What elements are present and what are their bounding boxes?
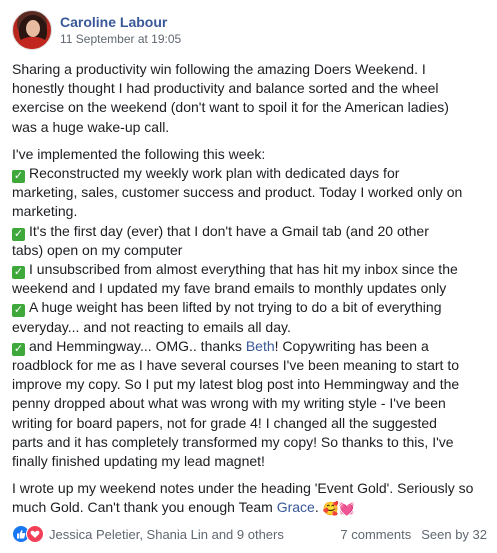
- text-line: roadblock for me as I have several cours…: [12, 357, 460, 374]
- text-line: improve my copy. So I put my latest blog…: [12, 376, 460, 393]
- text-line: parts and it has completely transformed …: [12, 433, 454, 450]
- text-line: marketing.: [12, 203, 78, 220]
- list-item: ✓ and Hemmingway... OMG.. thanks Beth! Co…: [12, 337, 429, 356]
- post-header: Caroline Labour 11 September at 19:05: [12, 10, 181, 50]
- seen-by-count[interactable]: Seen by 32: [421, 527, 487, 542]
- text-line: everyday... and not reacting to emails a…: [12, 318, 291, 335]
- avatar-face: [26, 20, 40, 37]
- post-footer: Jessica Peletier, Shania Lin and 9 other…: [12, 522, 487, 546]
- reaction-names[interactable]: Jessica Peletier, Shania Lin and 9 other…: [49, 527, 284, 542]
- post-meta: Caroline Labour 11 September at 19:05: [60, 13, 181, 47]
- list-item: ✓ Reconstructed my weekly work plan with …: [12, 165, 400, 184]
- check-mark-icon: ✓: [12, 266, 25, 280]
- text-line: Sharing a productivity win following the…: [12, 61, 426, 77]
- post-card: Caroline Labour 11 September at 19:05 Sh…: [0, 0, 497, 553]
- text-line: honestly thought I had productivity and …: [12, 80, 439, 97]
- text-line: finally finished updating my lead magnet…: [12, 453, 265, 470]
- list-item: ✓ I unsubscribed from almost everything t…: [12, 261, 458, 280]
- mention-beth[interactable]: Beth: [246, 338, 275, 354]
- intro-paragraph: Sharing a productivity win following the…: [12, 60, 490, 137]
- post-body: Sharing a productivity win following the…: [12, 60, 490, 527]
- closing-paragraph: I wrote up my weekend notes under the he…: [12, 479, 490, 518]
- text-line: much Gold. Can't thank you enough Team G…: [12, 498, 490, 518]
- avatar-dress: [18, 37, 48, 49]
- heart-face-emoji-icon: 🥰💓: [322, 501, 355, 517]
- text-line: was a huge wake-up call.: [12, 118, 170, 135]
- avatar[interactable]: [12, 10, 52, 50]
- author-name[interactable]: Caroline Labour: [60, 13, 181, 31]
- check-mark-icon: ✓: [12, 227, 25, 241]
- comments-count[interactable]: 7 comments: [340, 527, 411, 542]
- mention-grace[interactable]: Grace: [277, 499, 315, 515]
- post-timestamp[interactable]: 11 September at 19:05: [60, 31, 181, 47]
- check-mark-icon: ✓: [12, 304, 25, 318]
- list-paragraph: I've implemented the following this week…: [12, 145, 490, 471]
- love-icon: [26, 525, 44, 543]
- text-line: I wrote up my weekend notes under the he…: [12, 480, 474, 497]
- text-line: penny dropped about what was wrong with …: [12, 395, 446, 412]
- list-item: ✓ A huge weight has been lifted by not tr…: [12, 299, 442, 318]
- text-line: tabs) open on my computer: [12, 241, 183, 258]
- list-intro: I've implemented the following this week…: [12, 145, 266, 162]
- text-line: writing for board papers, not for grade …: [12, 414, 437, 431]
- check-mark-icon: ✓: [12, 342, 25, 356]
- list-item: ✓ It's the first day (ever) that I don't …: [12, 222, 429, 241]
- text-line: weekend and I updated my fave brand emai…: [12, 280, 447, 297]
- text-line: marketing, sales, customer success and p…: [12, 184, 463, 201]
- reactions-summary[interactable]: Jessica Peletier, Shania Lin and 9 other…: [12, 525, 284, 543]
- check-mark-icon: ✓: [12, 170, 25, 184]
- text-line: exercise on the weekend (don't want to s…: [12, 99, 449, 116]
